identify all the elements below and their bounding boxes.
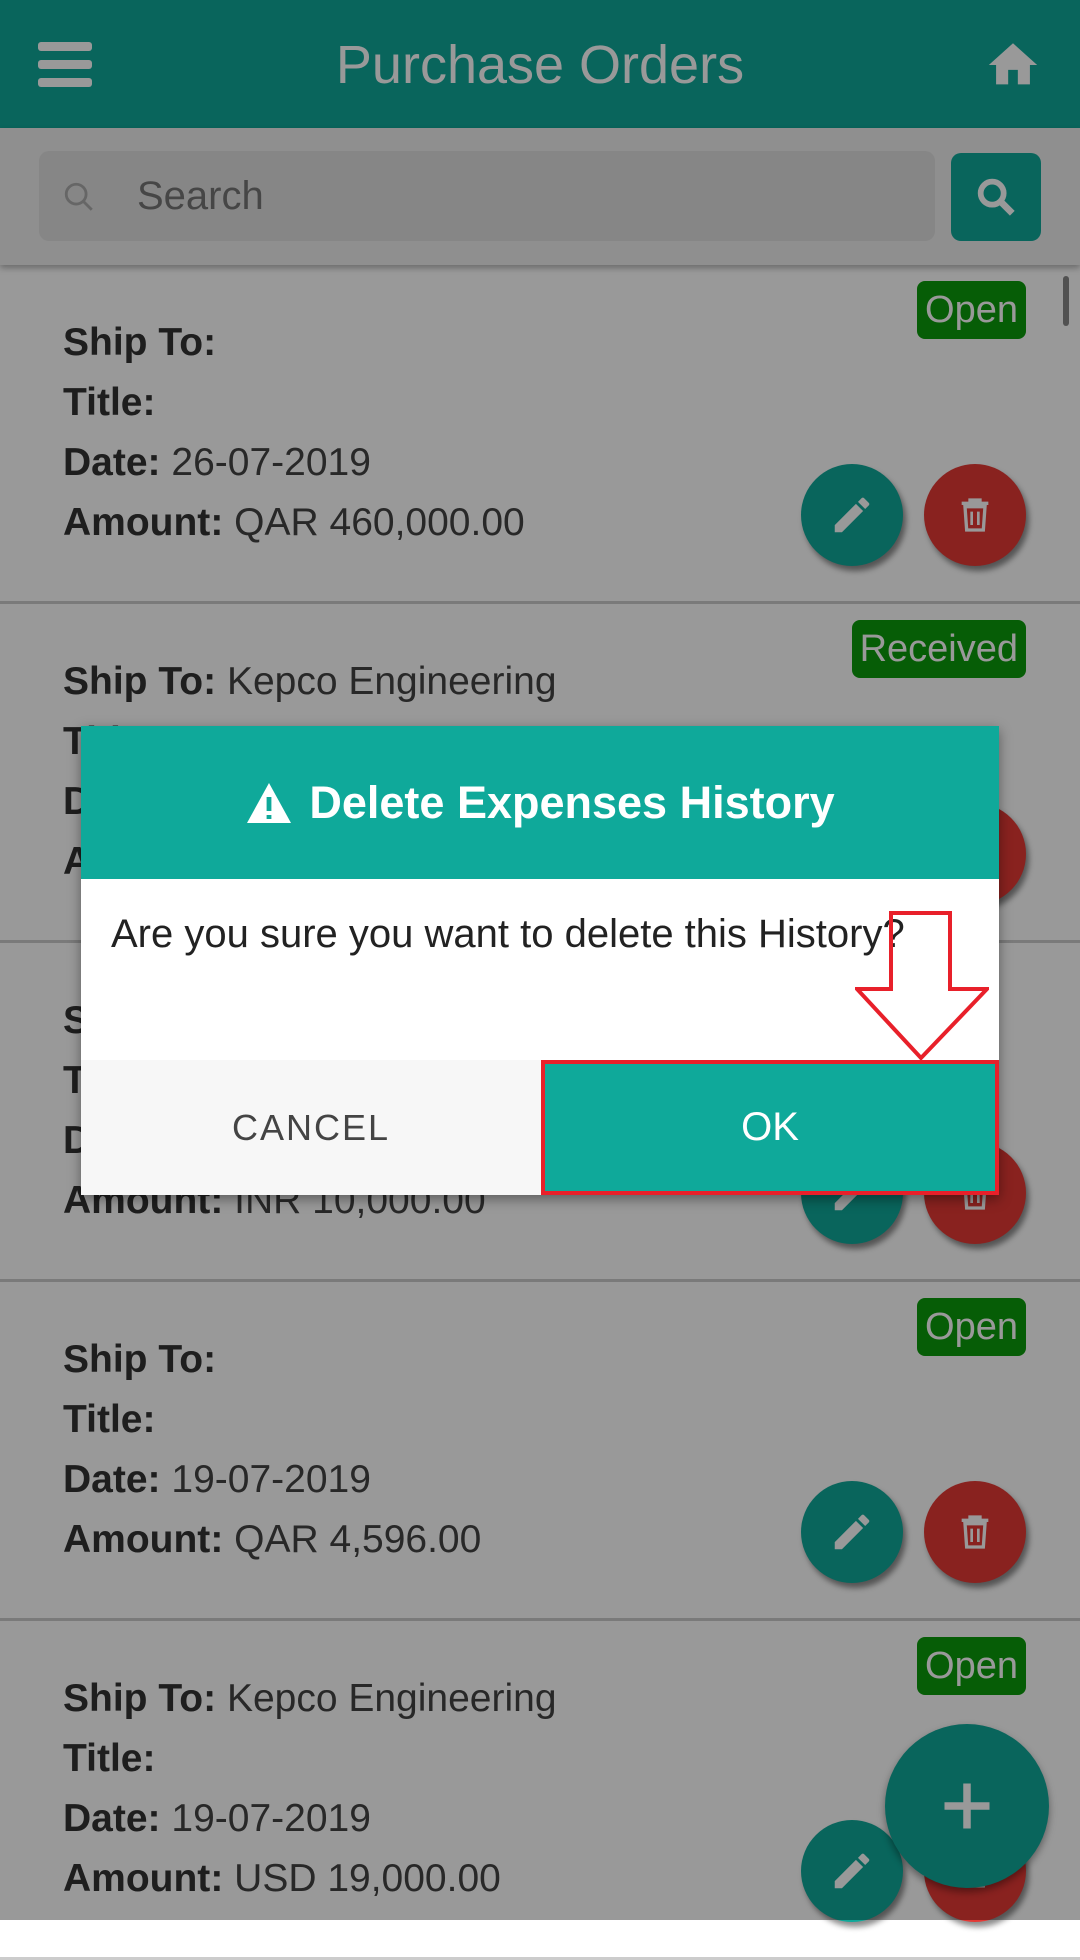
cancel-button[interactable]: CANCEL xyxy=(81,1060,541,1195)
warning-icon xyxy=(247,782,292,823)
red-arrow-annotation xyxy=(855,911,989,1061)
dialog-title: Delete Expenses History xyxy=(309,776,835,828)
dialog-header: Delete Expenses History xyxy=(81,726,999,879)
ok-button[interactable]: OK xyxy=(541,1060,999,1195)
